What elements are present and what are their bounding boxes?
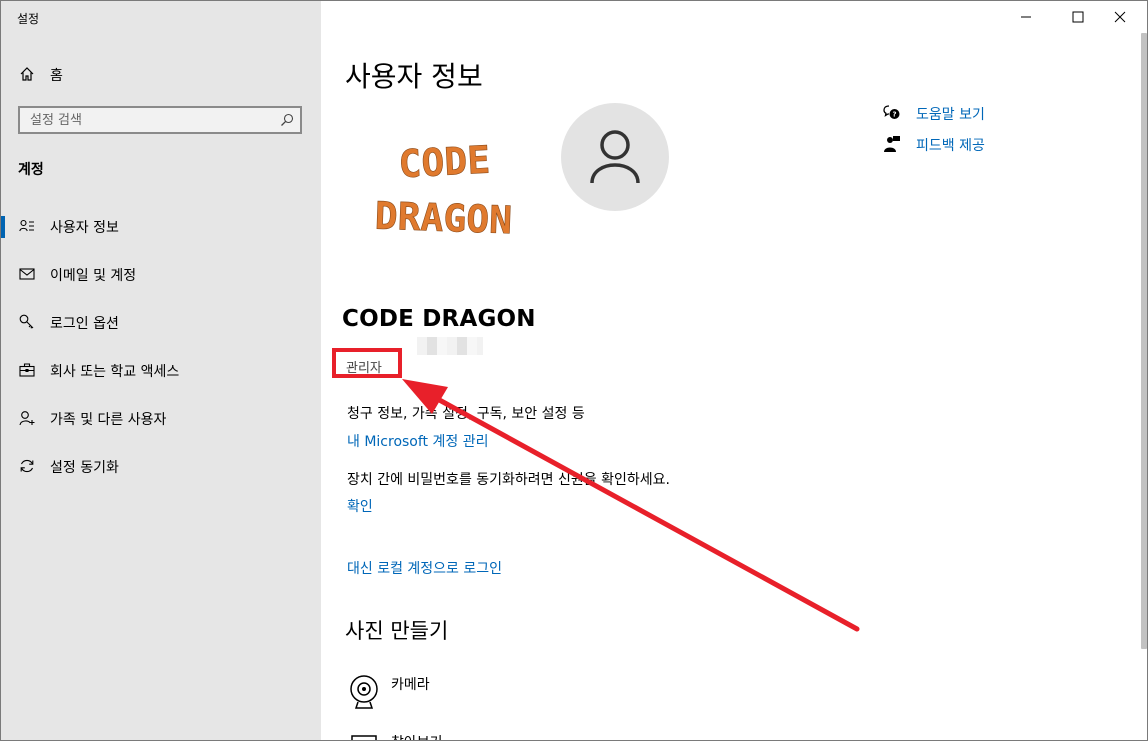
feedback-link-label: 피드백 제공 [916, 138, 985, 154]
sidebar-item-label: 이메일 및 계정 [50, 268, 137, 284]
camera-label[interactable]: 카메라 [391, 674, 430, 694]
sync-description: 장치 간에 비밀번호를 동기화하려면 신원을 확인하세요. [347, 472, 670, 488]
sidebar-item-sync[interactable]: 설정 동기화 [1, 446, 321, 486]
browse-icon[interactable] [351, 735, 377, 741]
sidebar-item-label: 설정 동기화 [50, 460, 119, 476]
home-icon [20, 67, 34, 81]
sidebar-item-user-info[interactable]: 사용자 정보 [1, 206, 321, 246]
page-title: 사용자 정보 [345, 60, 483, 93]
sidebar-item-email[interactable]: 이메일 및 계정 [1, 254, 321, 294]
help-chat-icon: ? [883, 105, 900, 119]
person-icon [590, 130, 640, 184]
create-photo-title: 사진 만들기 [345, 619, 449, 643]
main-content: 사용자 정보 ? 도움말 보기 피드백 제공 CODE DRAGON CODE … [321, 1, 1147, 741]
maximize-button[interactable] [1055, 1, 1101, 33]
settings-window: 설정 홈 계정 사용자 정보 [0, 0, 1148, 741]
manage-account-link[interactable]: 내 Microsoft 계정 관리 [347, 431, 488, 451]
section-title: 계정 [18, 162, 44, 178]
help-link[interactable]: ? 도움말 보기 [881, 101, 1081, 125]
scrollbar[interactable] [1141, 33, 1147, 649]
sidebar-item-home[interactable]: 홈 [1, 61, 321, 89]
sync-icon [20, 459, 34, 473]
mail-icon [19, 268, 35, 280]
search-icon[interactable] [280, 113, 294, 127]
sidebar-item-label: 사용자 정보 [50, 220, 119, 236]
sidebar-item-label: 회사 또는 학교 액세스 [50, 364, 180, 380]
account-description: 청구 정보, 가족 설정, 구독, 보안 설정 등 [347, 406, 585, 422]
account-role: 관리자 [346, 361, 382, 376]
sidebar-item-label: 홈 [50, 68, 63, 84]
local-signin-link[interactable]: 대신 로컬 계정으로 로그인 [347, 558, 502, 578]
user-name: CODE DRAGON [342, 306, 536, 332]
minimize-button[interactable] [1003, 1, 1049, 33]
maximize-icon [1072, 11, 1084, 23]
search-input[interactable] [20, 108, 280, 132]
sidebar-item-signin-options[interactable]: 로그인 옵션 [1, 302, 321, 342]
close-button[interactable] [1097, 1, 1143, 33]
feedback-link[interactable]: 피드백 제공 [881, 132, 1081, 156]
window-title: 설정 [17, 12, 40, 26]
logo-line2: DRAGON [374, 194, 513, 243]
user-info-icon [19, 219, 34, 232]
close-icon [1114, 11, 1126, 23]
key-icon [19, 314, 34, 329]
sidebar-item-work-school[interactable]: 회사 또는 학교 액세스 [1, 350, 321, 390]
feedback-icon [884, 136, 900, 152]
code-dragon-logo: CODE DRAGON [374, 137, 513, 243]
sidebar-item-family[interactable]: 가족 및 다른 사용자 [1, 398, 321, 438]
person-add-icon [19, 411, 35, 426]
briefcase-icon [19, 363, 35, 377]
redacted-email [417, 337, 483, 355]
verify-link[interactable]: 확인 [347, 496, 373, 516]
sidebar-item-label: 가족 및 다른 사용자 [50, 412, 167, 428]
minimize-icon [1021, 16, 1031, 18]
sidebar: 설정 홈 계정 사용자 정보 [1, 1, 321, 740]
search-box[interactable] [18, 106, 302, 134]
sidebar-item-label: 로그인 옵션 [50, 316, 119, 332]
svg-text:?: ? [892, 111, 896, 119]
browse-label[interactable]: 찾아보기 [391, 732, 443, 740]
user-avatar [561, 103, 669, 211]
help-link-label: 도움말 보기 [916, 107, 985, 123]
logo-line1: CODE [397, 138, 491, 187]
camera-icon[interactable] [348, 674, 380, 710]
